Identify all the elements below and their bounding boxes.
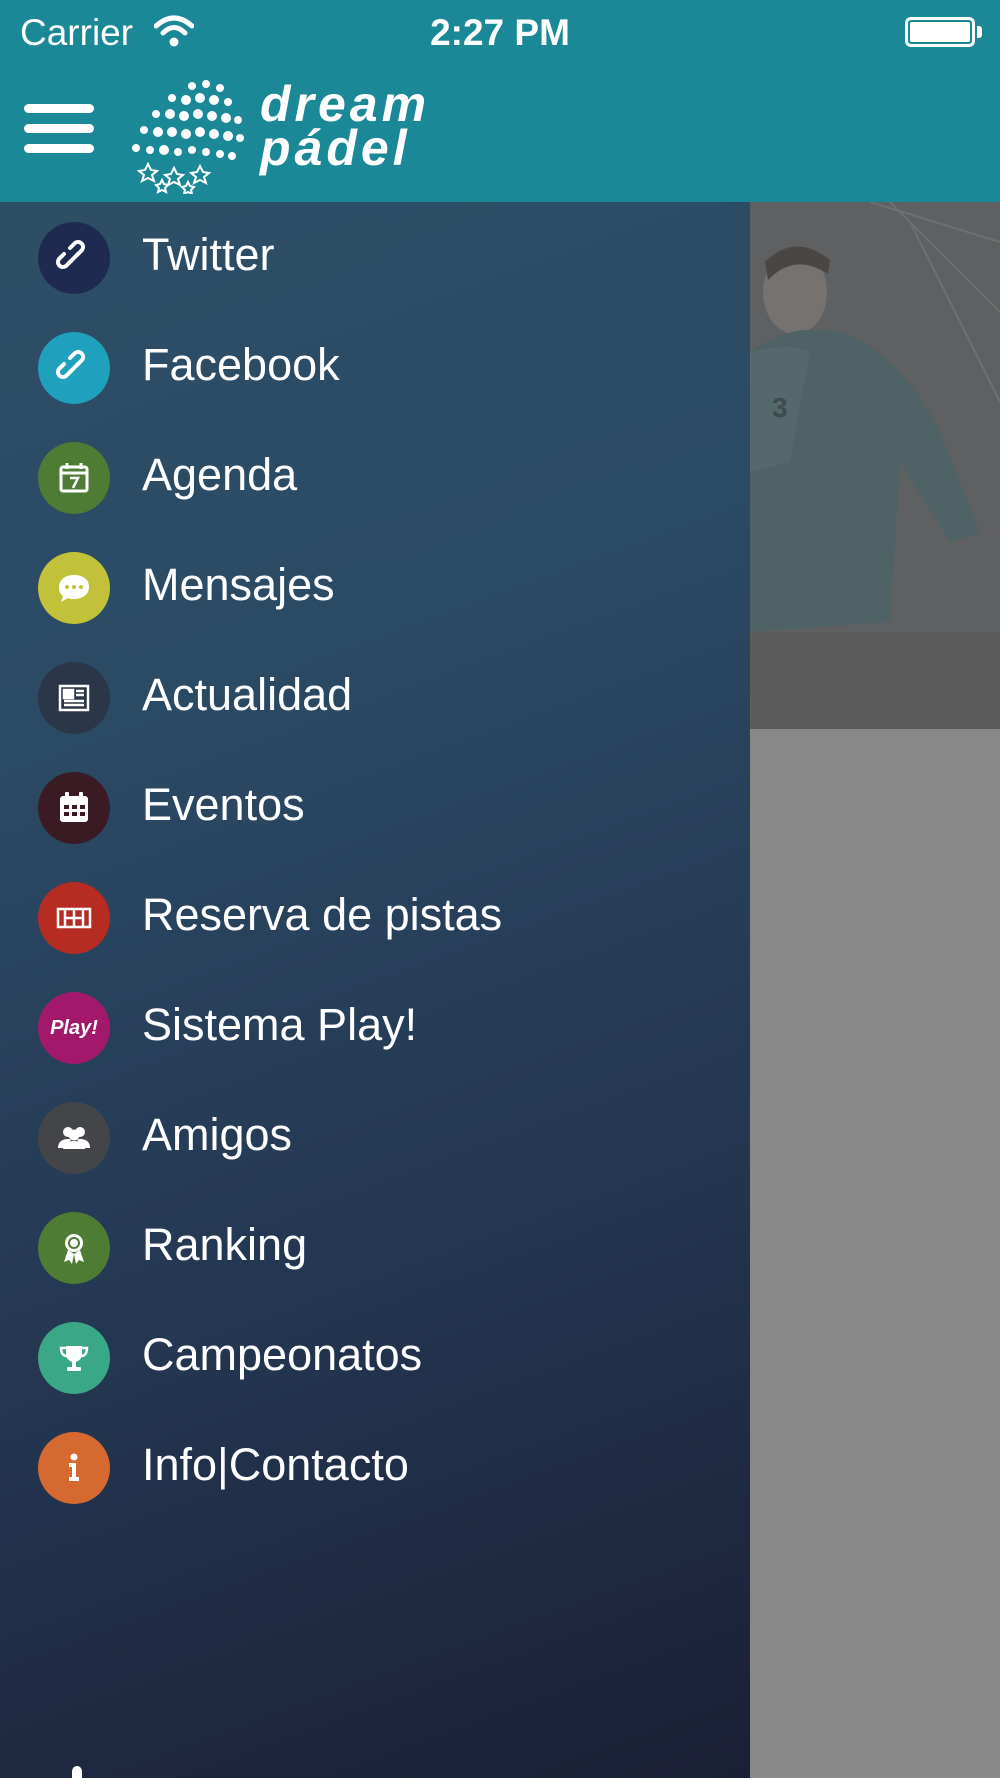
header: dream pádel (0, 66, 1000, 202)
logo-stars-icon (132, 80, 244, 194)
clock: 2:27 PM (430, 12, 570, 53)
menu-item-sistema-play[interactable]: Play! Sistema Play! (0, 972, 750, 1082)
menu-label-sistema-play: Sistema Play! (142, 999, 418, 1050)
court-icon (38, 882, 110, 954)
svg-text:3: 3 (772, 392, 788, 423)
hamburger-icon[interactable] (24, 104, 94, 160)
newspaper-icon (38, 662, 110, 734)
calendar-7-icon (38, 442, 110, 514)
menu-label-amigos: Amigos (142, 1109, 293, 1160)
link-icon (38, 332, 110, 404)
menu-item-amigos[interactable]: Amigos (0, 1082, 750, 1192)
menu-item-facebook[interactable]: Facebook (0, 312, 750, 422)
menu-label-mensajes: Mensajes (142, 559, 335, 610)
trophy-icon (38, 1322, 110, 1394)
main-content-dimmed[interactable] (750, 729, 1000, 1778)
battery-tip (977, 26, 982, 38)
app-logo: dream pádel (126, 76, 506, 194)
menu-item-reserva-de-pistas[interactable]: Reserva de pistas (0, 862, 750, 972)
logo-line-2: pádel (260, 120, 411, 176)
menu-item-mensajes[interactable]: Mensajes (0, 532, 750, 642)
menu-label-campeonatos: Campeonatos (142, 1329, 423, 1380)
info-icon (38, 1432, 110, 1504)
battery-icon (905, 17, 975, 47)
side-menu: Twitter Facebook Agenda Mensajes Actuali… (0, 202, 750, 1778)
hero-image-dimmed[interactable]: 3 (750, 202, 1000, 729)
menu-item-info-contacto[interactable]: Info|Contacto (0, 1412, 750, 1522)
menu-item-ranking[interactable]: Ranking (0, 1192, 750, 1302)
chat-bubble-icon (38, 552, 110, 624)
link-icon (38, 222, 110, 294)
menu-item-agenda[interactable]: Agenda (0, 422, 750, 532)
friends-icon (38, 1102, 110, 1174)
menu-item-actualidad[interactable]: Actualidad (0, 642, 750, 752)
status-bar: Carrier 2:27 PM (0, 0, 1000, 66)
menu-item-campeonatos[interactable]: Campeonatos (0, 1302, 750, 1412)
menu-label-agenda: Agenda (142, 449, 298, 500)
menu-label-ranking: Ranking (142, 1219, 308, 1270)
menu-item-eventos[interactable]: Eventos (0, 752, 750, 862)
menu-label-info-contacto: Info|Contacto (142, 1439, 409, 1490)
player-photo-icon: 3 (750, 202, 1000, 729)
award-ribbon-icon (38, 1212, 110, 1284)
menu-label-facebook: Facebook (142, 339, 340, 390)
menu-item-twitter[interactable]: Twitter (0, 202, 750, 312)
play-badge-icon: Play! (38, 992, 110, 1064)
calendar-grid-icon (38, 772, 110, 844)
menu-label-eventos: Eventos (142, 779, 305, 830)
menu-label-actualidad: Actualidad (142, 669, 353, 720)
logo-wordmark: dream pádel (260, 79, 430, 176)
menu-label-reserva-de-pistas: Reserva de pistas (142, 889, 503, 940)
partial-next-item-icon (72, 1766, 82, 1778)
play-badge-text: Play! (50, 1016, 98, 1039)
menu-label-twitter: Twitter (142, 229, 275, 280)
